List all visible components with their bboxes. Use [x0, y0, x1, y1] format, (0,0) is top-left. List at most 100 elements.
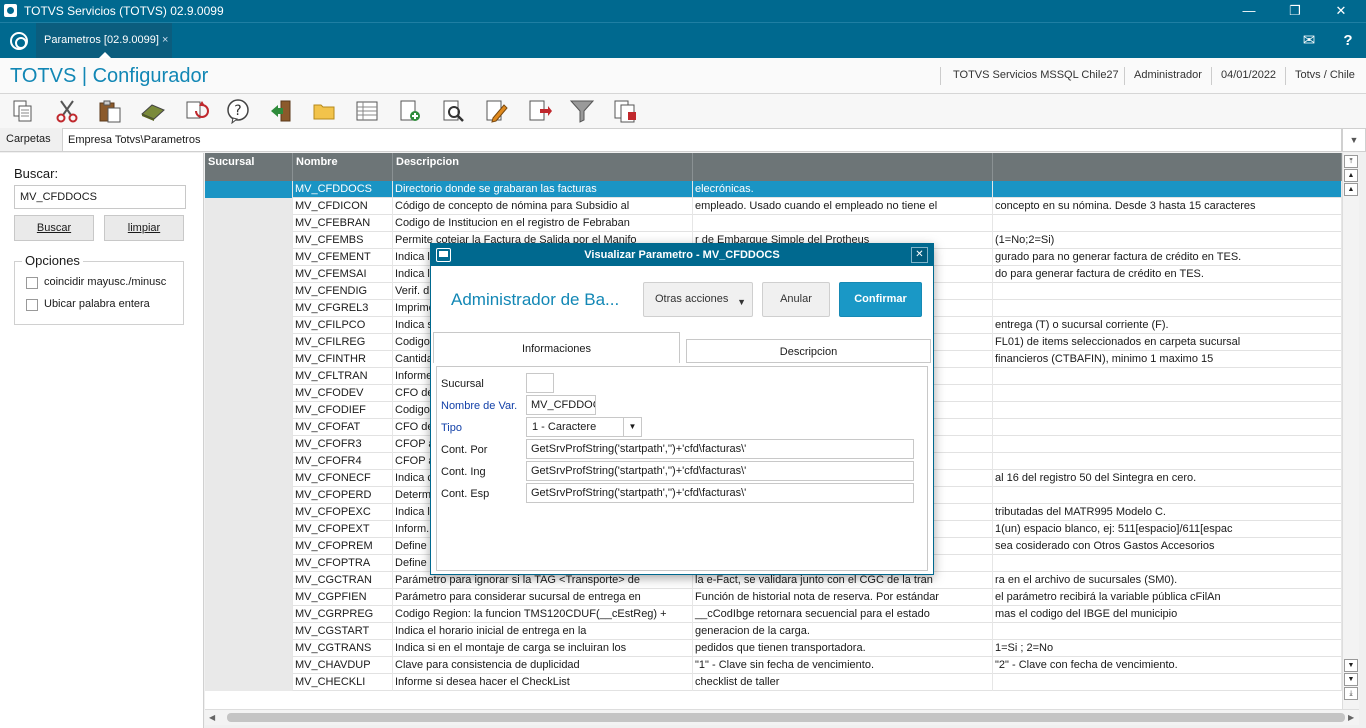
cell-nombre[interactable]: MV_CFOFR3 [293, 436, 393, 453]
folder-icon[interactable] [311, 98, 337, 124]
cell-descripcion-2[interactable] [693, 215, 993, 232]
cell-descripcion-3[interactable]: el parámetro recibirá la variable públic… [993, 589, 1342, 606]
scroll-right-icon[interactable]: ▶ [1348, 713, 1354, 722]
cell-sucursal[interactable] [205, 181, 293, 198]
cell-descripcion[interactable]: Informe si desea hacer el CheckList [393, 674, 693, 691]
cell-nombre[interactable]: MV_CFOFAT [293, 419, 393, 436]
dialog-close-button[interactable]: ✕ [911, 247, 928, 263]
cell-sucursal[interactable] [205, 589, 293, 606]
cell-nombre[interactable]: MV_CFODEV [293, 385, 393, 402]
cell-descripcion[interactable]: Indica si en el montaje de carga se incl… [393, 640, 693, 657]
cell-sucursal[interactable] [205, 521, 293, 538]
cell-sucursal[interactable] [205, 606, 293, 623]
col-header-descripcion-3[interactable] [993, 153, 1342, 181]
search-input[interactable]: MV_CFDDOCS [14, 185, 186, 209]
cell-sucursal[interactable] [205, 555, 293, 572]
cell-nombre[interactable]: MV_CFOPEXC [293, 504, 393, 521]
cell-nombre[interactable]: MV_CFEMENT [293, 249, 393, 266]
cell-descripcion-3[interactable] [993, 419, 1342, 436]
cell-descripcion-3[interactable] [993, 181, 1342, 198]
cell-nombre[interactable]: MV_CFOFR4 [293, 453, 393, 470]
cell-descripcion-2[interactable]: checklist de taller [693, 674, 993, 691]
cell-descripcion-3[interactable] [993, 283, 1342, 300]
cell-sucursal[interactable] [205, 623, 293, 640]
cell-sucursal[interactable] [205, 487, 293, 504]
cell-descripcion-2[interactable]: Función de historial nota de reserva. Po… [693, 589, 993, 606]
cell-descripcion-2[interactable]: "1" - Clave sin fecha de vencimiento. [693, 657, 993, 674]
cell-descripcion-3[interactable] [993, 674, 1342, 691]
cell-nombre[interactable]: MV_CFILREG [293, 334, 393, 351]
cell-sucursal[interactable] [205, 368, 293, 385]
cell-sucursal[interactable] [205, 453, 293, 470]
cell-descripcion-3[interactable]: entrega (T) o sucursal corriente (F). [993, 317, 1342, 334]
clear-button[interactable]: limpiar [104, 215, 184, 241]
cell-descripcion-3[interactable]: 1=Si ; 2=No [993, 640, 1342, 657]
scroll-left-icon[interactable]: ◀ [209, 713, 215, 722]
table-row[interactable]: MV_CGRPREG Codigo Region: la funcion TMS1… [205, 606, 1342, 623]
cell-nombre[interactable]: MV_CFEBRAN [293, 215, 393, 232]
mail-icon[interactable]: ✉ [1291, 23, 1327, 59]
cell-descripcion-3[interactable] [993, 385, 1342, 402]
cell-sucursal[interactable] [205, 419, 293, 436]
other-actions-button[interactable]: Otras acciones ▼ [643, 282, 753, 317]
scroll-page-down-icon[interactable]: ▼ [1344, 673, 1358, 686]
scroll-top-icon[interactable]: ⤒ [1344, 155, 1358, 168]
tipo-select[interactable]: 1 - Caractere ▼ [526, 417, 642, 437]
cell-sucursal[interactable] [205, 436, 293, 453]
whole-word-checkbox[interactable] [26, 299, 38, 311]
cont-por-field[interactable]: GetSrvProfString('startpath','')+'cfd\fa… [526, 439, 914, 459]
tab-close-icon[interactable]: × [162, 34, 168, 46]
cell-descripcion[interactable]: Codigo Region: la funcion TMS120CDUF(__c… [393, 606, 693, 623]
cell-sucursal[interactable] [205, 674, 293, 691]
cell-descripcion-3[interactable] [993, 453, 1342, 470]
cell-nombre[interactable]: MV_CFINTHR [293, 351, 393, 368]
cell-descripcion-3[interactable] [993, 300, 1342, 317]
cell-nombre[interactable]: MV_CFOPERD [293, 487, 393, 504]
cell-sucursal[interactable] [205, 385, 293, 402]
restore-button[interactable]: ❐ [1272, 0, 1318, 22]
cell-sucursal[interactable] [205, 538, 293, 555]
cell-descripcion-2[interactable]: empleado. Usado cuando el empleado no ti… [693, 198, 993, 215]
cell-sucursal[interactable] [205, 351, 293, 368]
cell-nombre[interactable]: MV_CFENDIG [293, 283, 393, 300]
cell-descripcion-3[interactable]: FL01) de items seleccionados en carpeta … [993, 334, 1342, 351]
close-window-button[interactable]: ✕ [1318, 0, 1364, 22]
cell-nombre[interactable]: MV_CFOPREM [293, 538, 393, 555]
cell-descripcion-3[interactable]: "2" - Clave con fecha de vencimiento. [993, 657, 1342, 674]
cont-esp-field[interactable]: GetSrvProfString('startpath','')+'cfd\fa… [526, 483, 914, 503]
cell-sucursal[interactable] [205, 317, 293, 334]
col-header-descripcion-2[interactable] [693, 153, 993, 181]
table-row[interactable]: MV_CFEBRAN Codigo de Institucion en el re… [205, 215, 1342, 232]
tab-descripcion[interactable]: Descripcion [686, 339, 931, 363]
scroll-bottom-icon[interactable]: ⤓ [1344, 687, 1358, 700]
cell-descripcion-2[interactable]: generacion de la carga. [693, 623, 993, 640]
cell-sucursal[interactable] [205, 266, 293, 283]
vertical-scrollbar[interactable]: ⤒ ▲ ▲ ▼ ▼ ⤓ [1342, 153, 1359, 709]
cell-descripcion[interactable]: Parámetro para considerar sucursal de en… [393, 589, 693, 606]
cell-nombre[interactable]: MV_CFDICON [293, 198, 393, 215]
cell-sucursal[interactable] [205, 249, 293, 266]
totvs-logo-icon[interactable] [10, 32, 28, 50]
minimize-button[interactable]: — [1226, 0, 1272, 22]
delete-doc-icon[interactable] [526, 98, 552, 124]
cell-descripcion[interactable]: Clave para consistencia de duplicidad [393, 657, 693, 674]
docs-icon[interactable] [612, 98, 638, 124]
grid-icon[interactable] [354, 98, 380, 124]
filter-icon[interactable] [569, 98, 595, 124]
col-header-sucursal[interactable]: Sucursal [205, 153, 293, 181]
cell-descripcion[interactable]: Directorio donde se grabaran las factura… [393, 181, 693, 198]
folder-dropdown-icon[interactable]: ▼ [1342, 128, 1366, 152]
cell-nombre[interactable]: MV_CGPFIEN [293, 589, 393, 606]
cell-nombre[interactable]: MV_CGTRANS [293, 640, 393, 657]
table-row[interactable]: MV_CFDICON Código de concepto de nómina p… [205, 198, 1342, 215]
cell-sucursal[interactable] [205, 198, 293, 215]
scroll-page-up-icon[interactable]: ▲ [1344, 169, 1358, 182]
cell-sucursal[interactable] [205, 300, 293, 317]
refresh-icon[interactable] [183, 98, 209, 124]
cell-descripcion-3[interactable]: financieros (CTBAFIN), minimo 1 maximo 1… [993, 351, 1342, 368]
table-row[interactable]: MV_CGTRANS Indica si en el montaje de car… [205, 640, 1342, 657]
cell-descripcion-3[interactable]: tributadas del MATR995 Modelo C. [993, 504, 1342, 521]
cell-sucursal[interactable] [205, 657, 293, 674]
add-doc-icon[interactable] [397, 98, 423, 124]
cell-nombre[interactable]: MV_CFEMBS [293, 232, 393, 249]
